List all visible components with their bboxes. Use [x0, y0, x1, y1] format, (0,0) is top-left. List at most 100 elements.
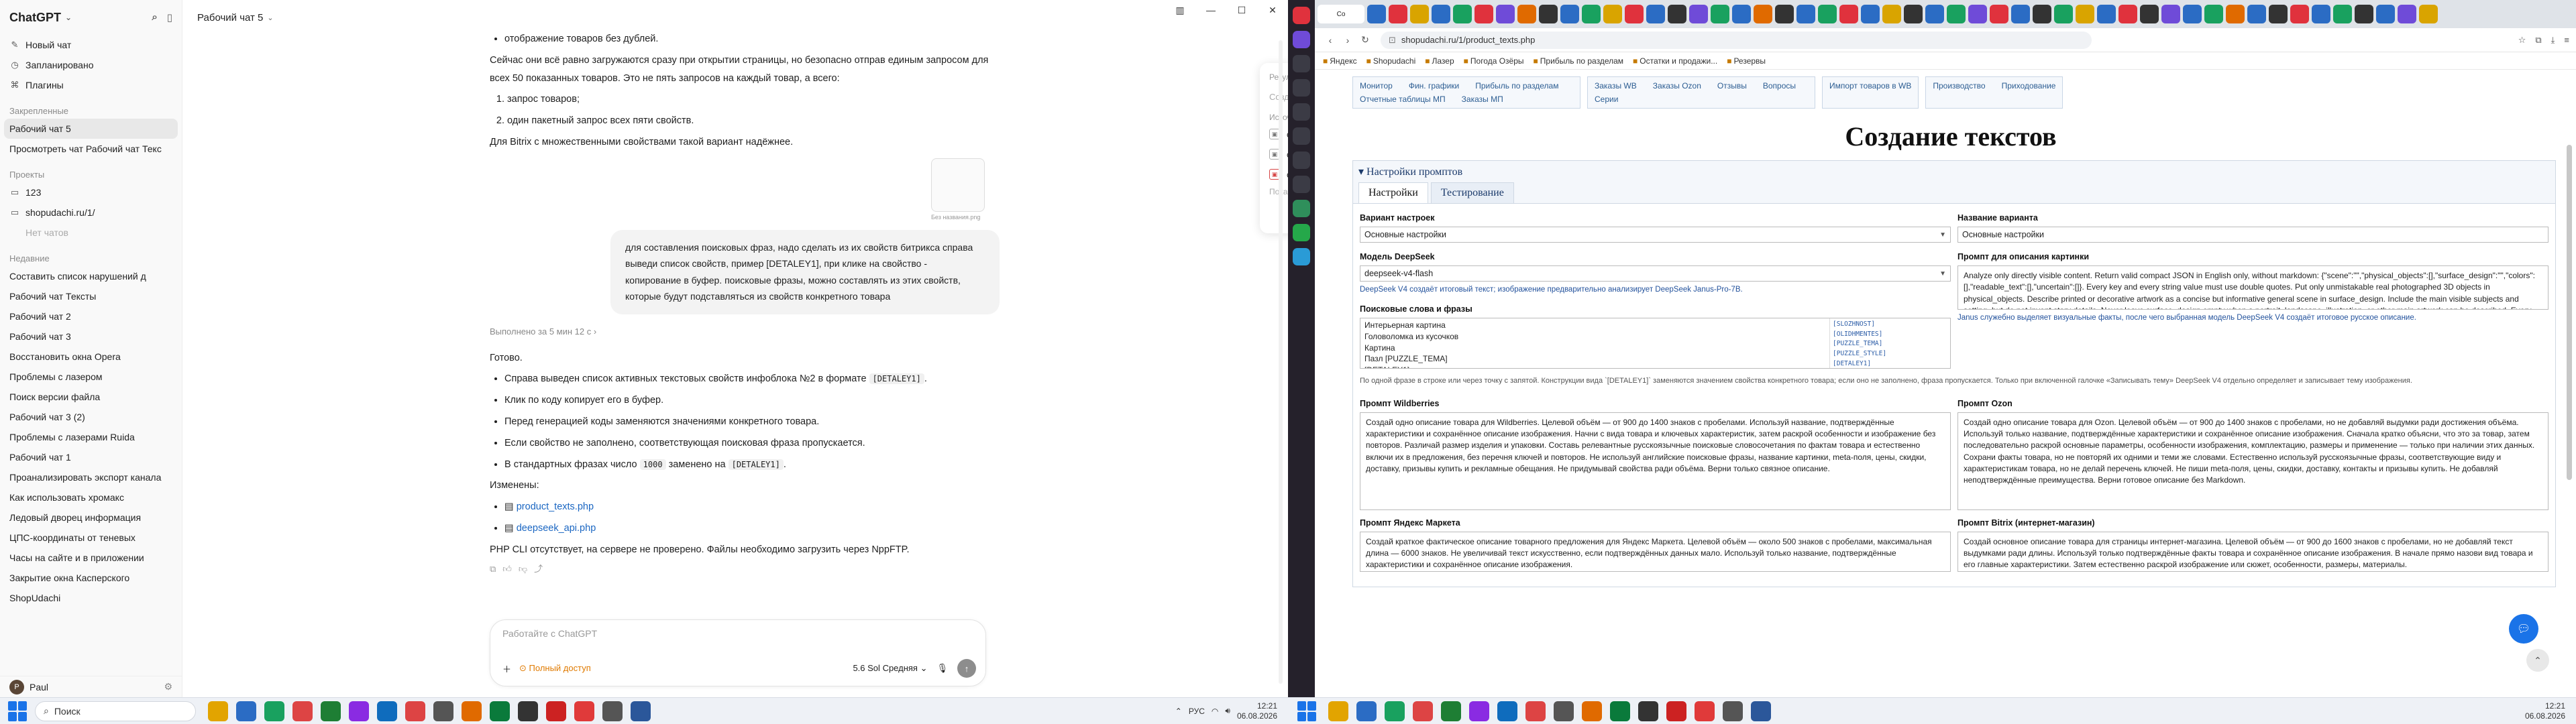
browser-tab[interactable]	[1539, 5, 1558, 23]
browser-tab[interactable]	[2333, 5, 2352, 23]
opera-sidebar-icon[interactable]	[1293, 248, 1310, 265]
browser-tab[interactable]	[1754, 5, 1772, 23]
sidebar-item-recent-chat[interactable]: Ледовый дворец информация	[0, 507, 182, 528]
clock[interactable]: 12:21 06.08.2026	[1237, 701, 1277, 721]
taskbar-app-icon[interactable]	[462, 701, 482, 721]
browser-tab[interactable]	[1689, 5, 1708, 23]
bitrix-prompt-textarea[interactable]: Создай основное описание товара для стра…	[1957, 531, 2548, 572]
taskbar-app-icon[interactable]	[1554, 701, 1574, 721]
browser-tab[interactable]	[1474, 5, 1493, 23]
browser-tab[interactable]	[1517, 5, 1536, 23]
browser-tab[interactable]	[1432, 5, 1450, 23]
search-icon[interactable]: ⌕	[152, 11, 157, 23]
browser-tab[interactable]	[1925, 5, 1944, 23]
chevron-down-icon[interactable]: ⌄	[267, 13, 273, 22]
preset-select[interactable]: Основные настройки ▼	[1360, 227, 1951, 243]
browser-tab[interactable]	[1560, 5, 1579, 23]
plugins-button[interactable]: ⌘ Плагины	[0, 75, 182, 95]
taskbar-app-icon[interactable]	[1610, 701, 1630, 721]
nav-link[interactable]: Монитор	[1360, 81, 1393, 90]
opera-sidebar-icon[interactable]	[1293, 176, 1310, 193]
browser-tab[interactable]	[1904, 5, 1923, 23]
address-bar[interactable]: ⊡ shopudachi.ru/1/product_texts.php	[1381, 31, 2092, 49]
property-code[interactable]: [PUZZLE_TEMA]	[1833, 339, 1947, 349]
share-icon[interactable]: ⤴	[534, 564, 549, 574]
new-chat-button[interactable]: ✎ Новый чат	[0, 35, 182, 55]
taskbar-app-icon[interactable]	[1666, 701, 1686, 721]
browser-tab[interactable]	[1496, 5, 1515, 23]
sidebar-item-recent-chat[interactable]: Рабочий чат 2	[0, 306, 182, 326]
taskbar-app-icon[interactable]	[1695, 701, 1715, 721]
browser-tab[interactable]	[1775, 5, 1794, 23]
access-mode-button[interactable]: ⊙ Полный доступ	[519, 663, 591, 674]
taskbar-app-icon[interactable]	[1356, 701, 1377, 721]
windows-start-icon[interactable]	[1297, 701, 1318, 721]
user-account[interactable]: P Paul ⚙	[0, 676, 182, 697]
forward-icon[interactable]: ›	[1339, 35, 1356, 46]
taskbar-app-icon[interactable]	[377, 701, 397, 721]
browser-tab[interactable]	[1861, 5, 1880, 23]
page-scrollbar[interactable]	[2567, 145, 2572, 480]
browser-tab[interactable]	[2076, 5, 2094, 23]
sidebar-item-recent-chat[interactable]: ЦПС-координаты от теневых	[0, 528, 182, 548]
back-icon[interactable]: ‹	[1322, 35, 1339, 46]
property-code[interactable]: [DETALEY1]	[1833, 359, 1947, 368]
taskbar-app-icon[interactable]	[602, 701, 623, 721]
taskbar-app-icon[interactable]	[349, 701, 369, 721]
browser-tab[interactable]	[2054, 5, 2073, 23]
sidebar-item-recent-chat[interactable]: ShopUdachi	[0, 588, 182, 608]
file-link[interactable]: ▤ deepseek_api.php	[504, 520, 1000, 538]
opera-sidebar-icon[interactable]	[1293, 7, 1310, 24]
image-prompt-textarea[interactable]: Analyze only directly visible content. R…	[1957, 265, 2548, 310]
nav-link[interactable]: Заказы МП	[1462, 95, 1503, 104]
sidebar-item-recent-chat[interactable]: Рабочий чат 3	[0, 326, 182, 347]
taskbar-app-icon[interactable]	[264, 701, 284, 721]
model-select[interactable]: deepseek-v4-flash ▼	[1360, 265, 1951, 282]
bookmark-item[interactable]: ■ Резервы	[1727, 56, 1766, 66]
sidebar-item-recent-chat[interactable]: Рабочий чат 1	[0, 447, 182, 467]
browser-tab[interactable]	[2140, 5, 2159, 23]
browser-tab[interactable]	[1732, 5, 1751, 23]
browser-tab[interactable]	[1711, 5, 1729, 23]
taskbar-app-icon[interactable]	[490, 701, 510, 721]
sidebar-item-recent-chat[interactable]: Рабочий чат Тексты	[0, 286, 182, 306]
browser-tab[interactable]	[2312, 5, 2330, 23]
thumbs-down-icon[interactable]: 👎︎	[519, 564, 534, 574]
taskbar-app-icon[interactable]	[208, 701, 228, 721]
taskbar-app-icon[interactable]	[433, 701, 453, 721]
browser-tab[interactable]	[1453, 5, 1472, 23]
browser-tab[interactable]	[1796, 5, 1815, 23]
taskbar-app-icon[interactable]	[1413, 701, 1433, 721]
chat-widget-button[interactable]: 💬︎	[2509, 614, 2538, 644]
browser-tab[interactable]	[1603, 5, 1622, 23]
panel-toggle-icon[interactable]: ▥	[1165, 0, 1195, 20]
browser-tab[interactable]	[1646, 5, 1665, 23]
volume-icon[interactable]: 🔊︎	[1225, 706, 1230, 716]
windows-start-icon[interactable]	[8, 701, 28, 721]
settings-collapse-toggle[interactable]: ▾ Настройки промптов	[1353, 161, 2555, 182]
browser-tab[interactable]	[1625, 5, 1644, 23]
browser-tab[interactable]	[2398, 5, 2416, 23]
property-code[interactable]: [OLIDHMENTES]	[1833, 330, 1947, 340]
browser-tab[interactable]	[2269, 5, 2288, 23]
browser-tab[interactable]	[2097, 5, 2116, 23]
browser-tab[interactable]	[2376, 5, 2395, 23]
browser-tab[interactable]	[1990, 5, 2008, 23]
nav-link[interactable]: Серии	[1595, 95, 1618, 104]
tab-testing[interactable]: Тестирование	[1430, 182, 1514, 203]
browser-tab[interactable]	[2183, 5, 2202, 23]
ozon-prompt-textarea[interactable]: Создай одно описание товара для Ozon. Це…	[1957, 412, 2548, 510]
prompt-input[interactable]: Работайте с ChatGPT	[502, 628, 973, 639]
taskbar-app-icon[interactable]	[405, 701, 425, 721]
nav-link[interactable]: Производство	[1933, 81, 1985, 104]
taskbar-app-icon[interactable]	[1385, 701, 1405, 721]
chevron-down-icon[interactable]: ⌄	[65, 13, 72, 22]
browser-tab[interactable]	[1582, 5, 1601, 23]
download-icon[interactable]: ⤓	[2551, 35, 2555, 46]
taskbar-app-icon[interactable]	[546, 701, 566, 721]
extensions-icon[interactable]: ⧉	[2535, 35, 2541, 46]
opera-sidebar-icon[interactable]	[1293, 152, 1310, 169]
taskbar-app-icon[interactable]	[1723, 701, 1743, 721]
browser-tab[interactable]	[2118, 5, 2137, 23]
opera-sidebar-icon[interactable]	[1293, 224, 1310, 241]
